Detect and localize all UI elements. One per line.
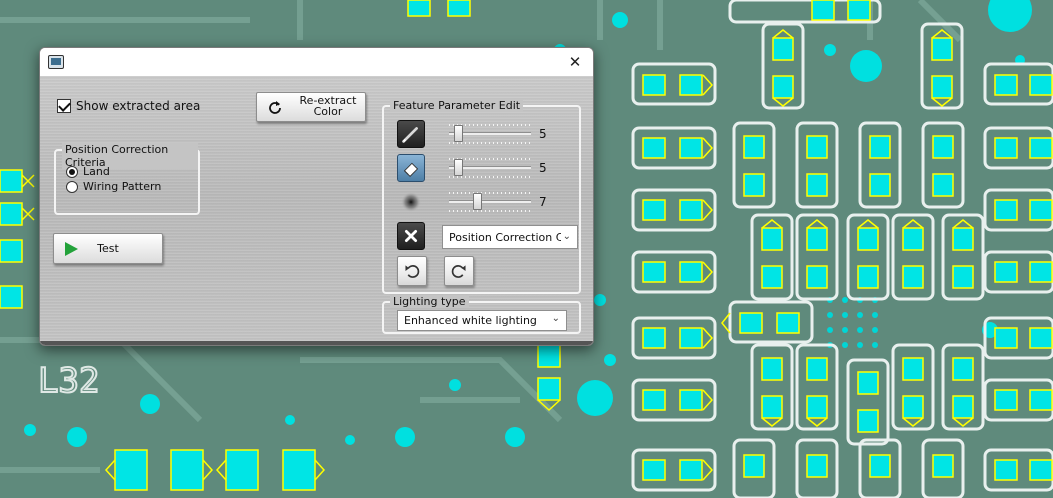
position-correction-color-value: Position Correction Colo [449, 231, 561, 244]
eraser-tool-button[interactable] [397, 154, 425, 182]
eraser-icon [403, 162, 419, 178]
undo-button[interactable] [397, 256, 427, 286]
svg-text:L32: L32 [38, 361, 99, 401]
show-extracted-area-label: Show extracted area [76, 99, 201, 113]
pen-size-value: 5 [539, 127, 547, 141]
undo-icon [405, 265, 420, 278]
blur-size-slider[interactable] [449, 192, 531, 212]
dialog-titlebar[interactable]: ✕ [40, 48, 593, 76]
redo-button[interactable] [444, 256, 474, 286]
position-correction-color-select[interactable]: Position Correction Colo ⌄ [442, 225, 578, 249]
lighting-type-value: Enhanced white lighting [404, 314, 537, 327]
pen-icon [402, 127, 418, 143]
test-button-label: Test [97, 242, 119, 255]
radio-wiring-pattern-button[interactable] [66, 180, 78, 193]
close-button[interactable]: ✕ [557, 48, 593, 76]
show-extracted-area-row[interactable]: Show extracted area [57, 98, 200, 114]
reload-icon [269, 101, 281, 114]
show-extracted-area-checkbox[interactable] [57, 99, 71, 113]
chevron-down-icon: ⌄ [562, 231, 571, 242]
blur-tool-button[interactable] [397, 188, 425, 216]
pen-tool-button[interactable] [397, 120, 425, 148]
eraser-size-slider[interactable] [449, 158, 531, 178]
radio-land[interactable]: Land [66, 165, 110, 178]
clear-icon [404, 229, 418, 243]
radio-wiring-pattern[interactable]: Wiring Pattern [66, 180, 161, 193]
pen-size-slider[interactable] [449, 124, 531, 144]
chevron-down-icon: ⌄ [551, 313, 560, 324]
radio-wiring-pattern-label: Wiring Pattern [83, 180, 162, 193]
clear-tool-button[interactable] [397, 222, 425, 250]
blur-size-value: 7 [539, 195, 547, 209]
reextract-color-button[interactable]: Re-extract Color [256, 92, 366, 122]
redo-icon [451, 265, 466, 278]
test-button[interactable]: Test [53, 233, 163, 264]
lighting-type-title: Lighting type [390, 295, 469, 308]
pen-size-thumb[interactable] [454, 125, 463, 142]
feature-parameter-edit-group: Feature Parameter Edit 5 5 7 Position Co… [382, 99, 581, 294]
lighting-type-select[interactable]: Enhanced white lighting ⌄ [397, 310, 567, 331]
eraser-size-thumb[interactable] [454, 159, 463, 176]
feature-parameter-edit-title: Feature Parameter Edit [390, 99, 524, 112]
reextract-label-line2: Color [313, 105, 343, 118]
feature-edit-dialog: ✕ Show extracted area Re-extract Color P… [39, 47, 594, 346]
dialog-client-area: Show extracted area Re-extract Color Pos… [40, 76, 593, 345]
blur-size-thumb[interactable] [473, 193, 482, 210]
position-correction-group: Position Correction Criteria Land Wiring… [54, 143, 200, 215]
blur-icon [401, 192, 421, 212]
app-icon [48, 55, 64, 69]
eraser-size-value: 5 [539, 161, 547, 175]
lighting-type-group: Lighting type Enhanced white lighting ⌄ [382, 295, 581, 334]
radio-land-label: Land [83, 165, 110, 178]
radio-land-button[interactable] [66, 165, 78, 178]
